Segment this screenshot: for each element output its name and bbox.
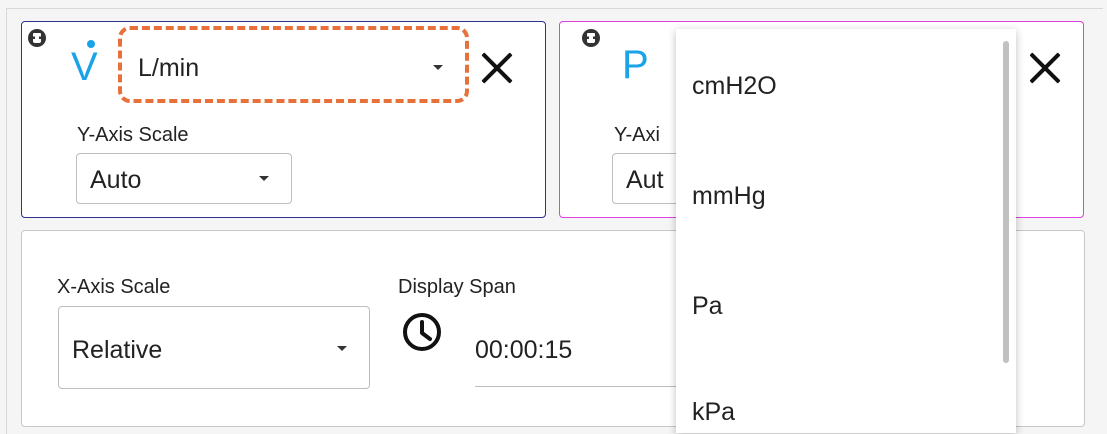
close-icon[interactable]	[478, 48, 518, 88]
display-span-value[interactable]: 00:00:15	[475, 336, 572, 365]
pressure-y-axis-label: Y-Axi	[614, 124, 660, 146]
flow-symbol-dot	[87, 40, 95, 48]
unit-select-highlight	[118, 26, 469, 103]
chevron-down-icon	[259, 176, 269, 181]
pin-icon[interactable]	[28, 29, 46, 47]
flow-symbol: V	[71, 45, 98, 89]
display-span-label: Display Span	[398, 276, 516, 298]
dropdown-option-cmh2o[interactable]: cmH2O	[692, 72, 777, 101]
x-axis-scale-label: X-Axis Scale	[57, 276, 171, 298]
dropdown-option-mmhg[interactable]: mmHg	[692, 182, 766, 211]
flow-y-axis-select[interactable]: Auto	[76, 153, 292, 204]
dropdown-option-pa[interactable]: Pa	[692, 292, 723, 321]
clock-icon	[403, 313, 441, 351]
unit-dropdown-menu: cmH2O mmHg Pa kPa	[676, 29, 1016, 433]
flow-y-axis-value: Auto	[90, 166, 142, 194]
close-icon[interactable]	[1026, 48, 1066, 88]
pressure-symbol: P	[622, 43, 649, 87]
pin-icon[interactable]	[582, 29, 600, 47]
display-span-underline	[475, 386, 676, 387]
pressure-y-axis-value: Aut	[626, 166, 664, 194]
x-axis-scale-value: Relative	[72, 336, 163, 364]
flow-y-axis-label: Y-Axis Scale	[77, 124, 189, 146]
dropdown-scrollbar[interactable]	[1003, 41, 1009, 363]
dropdown-option-kpa[interactable]: kPa	[692, 398, 735, 427]
x-axis-scale-select[interactable]: Relative	[58, 306, 370, 389]
chevron-down-icon	[337, 346, 347, 351]
